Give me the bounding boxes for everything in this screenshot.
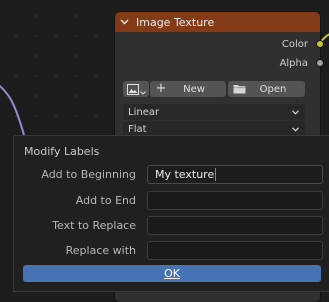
image-browse-button[interactable] xyxy=(123,81,149,97)
dialog-title: Modify Labels xyxy=(24,145,100,158)
modify-labels-dialog: Modify Labels Add to Beginning My textur… xyxy=(13,135,329,292)
plus-icon: + xyxy=(155,81,167,96)
node-title: Image Texture xyxy=(136,15,215,29)
output-color: Color xyxy=(281,37,324,51)
alpha-socket-icon[interactable] xyxy=(316,59,324,67)
replace-with-label: Replace with xyxy=(65,244,136,257)
node-link-wire xyxy=(0,84,25,136)
ok-label: OK xyxy=(164,267,180,280)
add-to-end-label: Add to End xyxy=(75,194,136,207)
text-to-replace-input[interactable] xyxy=(147,216,323,235)
add-to-beginning-value: My texture xyxy=(155,168,215,181)
text-cursor xyxy=(215,168,217,181)
color-socket-icon[interactable] xyxy=(316,40,324,48)
output-alpha: Alpha xyxy=(279,56,324,70)
chevron-down-icon xyxy=(292,124,299,135)
interpolation-value: Linear xyxy=(128,106,160,118)
collapse-chevron-icon[interactable] xyxy=(120,19,130,25)
node-header[interactable]: Image Texture xyxy=(115,12,320,32)
chevron-down-icon xyxy=(139,80,146,99)
add-to-beginning-input[interactable]: My texture xyxy=(147,165,323,184)
add-to-end-input[interactable] xyxy=(147,191,323,210)
image-icon xyxy=(126,80,139,99)
open-image-button[interactable]: Open xyxy=(228,81,305,97)
text-to-replace-label: Text to Replace xyxy=(52,219,136,232)
replace-with-input[interactable] xyxy=(147,241,323,260)
chevron-down-icon xyxy=(292,107,299,118)
output-alpha-label: Alpha xyxy=(279,57,308,69)
open-label: Open xyxy=(259,83,287,95)
ok-button[interactable]: OK xyxy=(23,265,321,282)
new-label: New xyxy=(183,83,205,95)
folder-icon xyxy=(233,84,247,94)
new-image-button[interactable]: + New xyxy=(150,81,226,97)
interpolation-dropdown[interactable]: Linear xyxy=(123,104,305,120)
projection-value: Flat xyxy=(128,123,147,135)
add-to-beginning-label: Add to Beginning xyxy=(41,168,136,181)
output-color-label: Color xyxy=(281,38,308,50)
